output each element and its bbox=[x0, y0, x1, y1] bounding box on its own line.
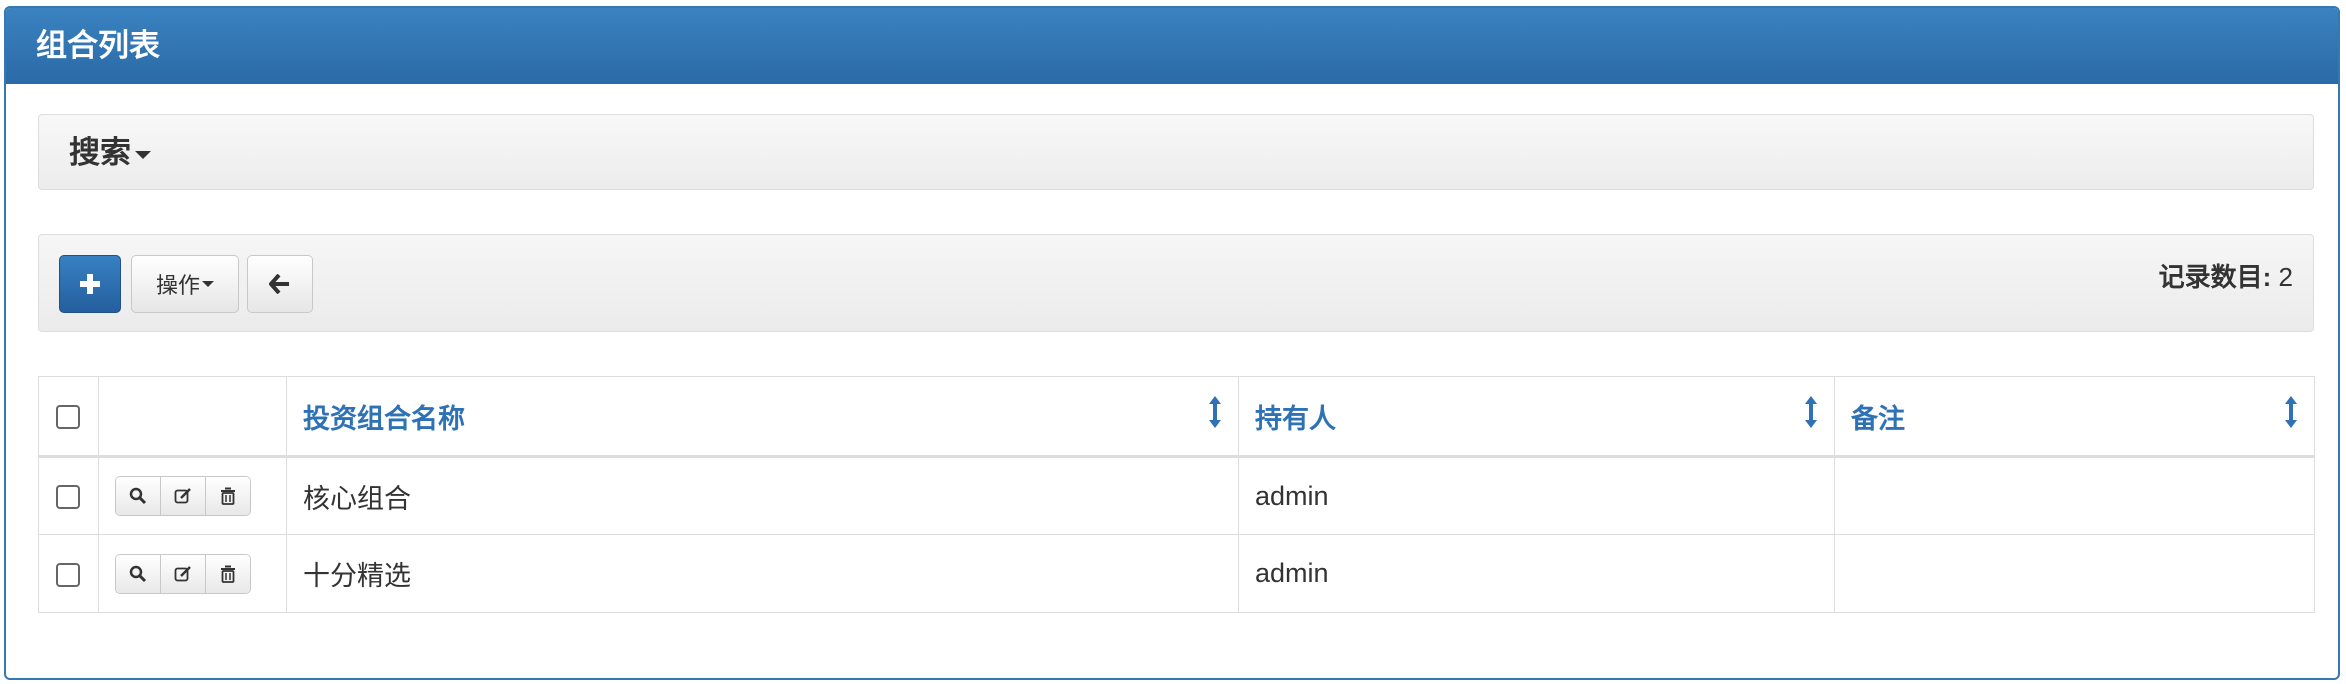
column-header-note[interactable]: 备注 bbox=[1834, 376, 2315, 458]
row-actions-cell bbox=[98, 534, 287, 613]
record-count-label: 记录数目: bbox=[2158, 262, 2272, 292]
panel-title: 组合列表 bbox=[6, 8, 2338, 84]
sort-icon[interactable] bbox=[1208, 395, 1222, 429]
sort-icon[interactable] bbox=[2284, 395, 2298, 429]
portfolio-list-panel: 组合列表 搜索 操作 记录数目: 2 投资组合名称 持有人 备注 核心组合 ad… bbox=[4, 6, 2340, 680]
caret-down-icon bbox=[135, 150, 151, 159]
table-row: 十分精选 admin bbox=[38, 534, 2315, 613]
trash-icon bbox=[221, 487, 235, 505]
back-button[interactable] bbox=[247, 255, 313, 313]
column-header-label: 持有人 bbox=[1255, 403, 1336, 434]
record-count-value: 2 bbox=[2278, 262, 2293, 292]
delete-button[interactable] bbox=[206, 554, 250, 593]
column-header-label: 投资组合名称 bbox=[303, 403, 465, 434]
search-icon bbox=[129, 487, 147, 505]
delete-button[interactable] bbox=[206, 477, 250, 515]
select-all-checkbox[interactable] bbox=[56, 405, 80, 430]
select-all-cell bbox=[38, 376, 99, 458]
column-header-name[interactable]: 投资组合名称 bbox=[286, 376, 1239, 458]
cell-owner: admin bbox=[1238, 456, 1835, 535]
table-header-row: 投资组合名称 持有人 备注 bbox=[38, 376, 2315, 458]
caret-down-icon bbox=[202, 281, 214, 287]
cell-name: 核心组合 bbox=[286, 456, 1239, 535]
view-button[interactable] bbox=[116, 477, 161, 515]
search-label: 搜索 bbox=[69, 135, 131, 170]
arrow-left-icon bbox=[269, 274, 289, 294]
row-select-cell bbox=[38, 534, 99, 613]
column-header-owner[interactable]: 持有人 bbox=[1238, 376, 1835, 458]
edit-icon bbox=[174, 488, 191, 504]
actions-header bbox=[98, 376, 287, 458]
edit-icon bbox=[174, 565, 191, 581]
toolbar: 操作 记录数目: 2 bbox=[38, 234, 2314, 332]
search-toggle[interactable]: 搜索 bbox=[69, 115, 151, 191]
table-row: 核心组合 admin bbox=[38, 456, 2315, 535]
row-select-cell bbox=[38, 456, 99, 535]
column-header-label: 备注 bbox=[1851, 403, 1905, 434]
cell-name: 十分精选 bbox=[286, 534, 1239, 613]
edit-button[interactable] bbox=[161, 554, 206, 593]
cell-owner: admin bbox=[1238, 534, 1835, 613]
record-count: 记录数目: 2 bbox=[2159, 257, 2293, 294]
search-collapse-bar[interactable]: 搜索 bbox=[38, 114, 2314, 190]
cell-note bbox=[1834, 534, 2315, 613]
row-action-group bbox=[115, 553, 251, 594]
sort-icon[interactable] bbox=[1804, 395, 1818, 429]
edit-button[interactable] bbox=[161, 477, 206, 515]
row-actions-cell bbox=[98, 456, 287, 535]
search-icon bbox=[129, 565, 147, 582]
trash-icon bbox=[221, 565, 235, 583]
cell-note bbox=[1834, 456, 2315, 535]
operations-label: 操作 bbox=[155, 273, 200, 298]
plus-icon bbox=[80, 274, 100, 294]
add-button[interactable] bbox=[59, 255, 121, 313]
row-action-group bbox=[115, 476, 251, 516]
row-checkbox[interactable] bbox=[56, 562, 80, 587]
operations-dropdown-button[interactable]: 操作 bbox=[131, 255, 239, 313]
view-button[interactable] bbox=[116, 554, 161, 593]
portfolio-table: 投资组合名称 持有人 备注 核心组合 admin 十分精选 admin bbox=[38, 376, 2315, 613]
row-checkbox[interactable] bbox=[56, 485, 80, 510]
